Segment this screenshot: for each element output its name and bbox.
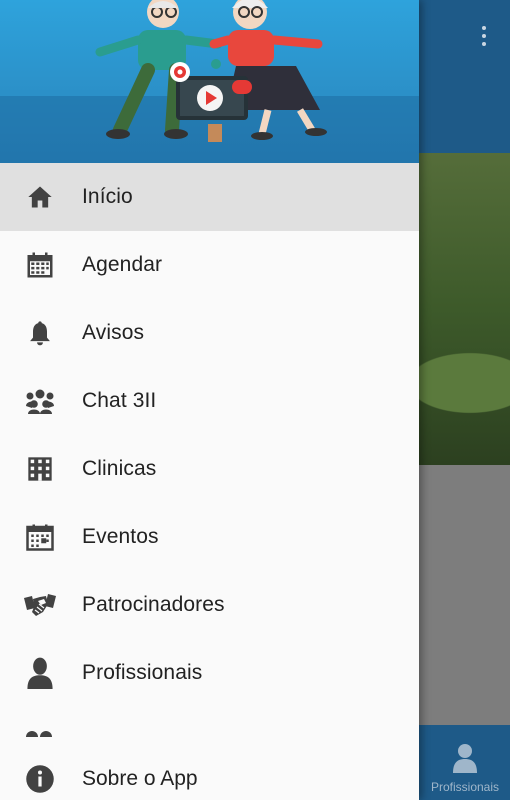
menu-item-label: Profissionais [82,661,203,684]
menu-item-chat[interactable]: Chat 3II [0,367,419,435]
menu-item-label: Início [82,185,133,208]
menu-item-label: Sobre o App [82,767,198,790]
building-icon [24,453,56,485]
drawer-menu: Início Agendar Avisos Chat 3II Clinicas … [0,163,419,707]
menu-item-clinicas[interactable]: Clinicas [0,435,419,503]
menu-item-label: Eventos [82,525,159,548]
home-icon [24,181,56,213]
event-calendar-icon [24,521,56,553]
navigation-drawer: Início Agendar Avisos Chat 3II Clinicas … [0,0,419,800]
menu-item-patrocinadores[interactable]: Patrocinadores [0,571,419,639]
handshake-icon [24,589,56,621]
group-icon [24,385,56,417]
overflow-menu-icon[interactable] [480,26,488,50]
partially-hidden-menu-item [24,729,84,737]
menu-item-inicio[interactable]: Início [0,163,419,231]
menu-item-sobre[interactable]: Sobre o App [0,745,419,800]
menu-item-eventos[interactable]: Eventos [0,503,419,571]
drawer-header-illustration [0,0,419,163]
menu-item-label: Avisos [82,321,145,344]
menu-item-label: Chat 3II [82,389,157,412]
menu-item-label: Agendar [82,253,163,276]
menu-item-avisos[interactable]: Avisos [0,299,419,367]
menu-item-label: Clinicas [82,457,157,480]
calendar-icon [24,249,56,281]
menu-item-agendar[interactable]: Agendar [0,231,419,299]
person-icon [453,744,477,773]
person-icon [24,657,56,689]
bottom-tab-profissionais[interactable]: Profissionais [420,725,510,800]
seniors-illustration [95,0,327,142]
bell-icon [24,317,56,349]
info-icon [24,763,56,795]
menu-item-label: Patrocinadores [82,593,225,616]
bottom-tab-label: Profissionais [430,780,500,794]
menu-item-profissionais[interactable]: Profissionais [0,639,419,707]
